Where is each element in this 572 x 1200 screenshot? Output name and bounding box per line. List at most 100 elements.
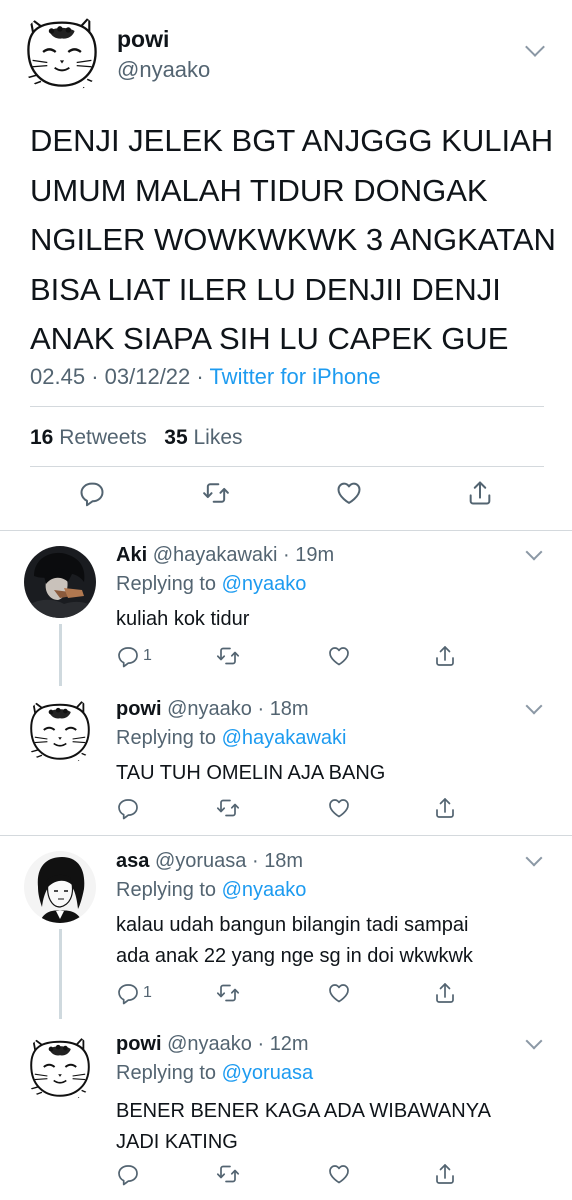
avatar[interactable] <box>24 851 96 923</box>
meta-separator: · <box>246 850 265 872</box>
chevron-down-icon[interactable] <box>525 543 543 561</box>
share-button[interactable] <box>433 977 457 1009</box>
retweet-button[interactable] <box>216 1158 240 1190</box>
like-button[interactable] <box>327 640 351 672</box>
reply-age[interactable]: 18m <box>270 698 309 720</box>
reply-button[interactable]: 1 <box>116 640 152 672</box>
reply-header: Aki @hayakawaki · 19m <box>116 544 334 567</box>
list-item[interactable]: asa @yoruasa · 18m Replying to @nyaako k… <box>0 835 572 1019</box>
reply-header: powi @nyaako · 18m <box>116 698 309 721</box>
share-button[interactable] <box>433 640 457 672</box>
display-name[interactable]: powi <box>117 26 169 53</box>
tweet-actions <box>0 477 572 517</box>
user-handle[interactable]: @nyaako <box>167 1033 252 1055</box>
mention-link[interactable]: @yoruasa <box>222 1062 313 1084</box>
likes-label: Likes <box>193 426 243 449</box>
chevron-down-icon[interactable] <box>525 697 543 715</box>
chevron-down-icon[interactable] <box>525 849 543 867</box>
display-name[interactable]: powi <box>116 698 162 720</box>
reply-count: 1 <box>143 984 152 1001</box>
like-button[interactable] <box>333 477 365 509</box>
retweet-button[interactable] <box>200 477 232 509</box>
retweet-icon <box>216 1162 240 1186</box>
avatar[interactable] <box>24 546 96 618</box>
list-item[interactable]: Aki @hayakawaki · 19m Replying to @nyaak… <box>0 530 572 686</box>
list-item[interactable]: powi @nyaako · 18m Replying to @hayakawa… <box>0 680 572 835</box>
heart-icon <box>327 796 351 820</box>
share-icon <box>433 1162 457 1186</box>
tweet-date[interactable]: 03/12/22 <box>105 364 191 389</box>
meta-separator: · <box>251 1033 270 1055</box>
reply-icon <box>116 796 140 820</box>
reply-text: BENER BENER KAGA ADA WIBAWANYA JADI KATI… <box>116 1096 556 1158</box>
replying-to: Replying to @nyaako <box>116 573 306 596</box>
reply-header: powi @nyaako · 12m <box>116 1033 309 1056</box>
chevron-down-icon[interactable] <box>525 37 545 57</box>
reply-text-line: TAU TUH OMELIN AJA BANG <box>116 762 386 784</box>
like-button[interactable] <box>327 1158 351 1190</box>
reply-header: asa @yoruasa · 18m <box>116 850 303 873</box>
aki-avatar-icon <box>24 546 96 618</box>
tweet-text-line: UMUM MALAH TIDUR DONGAK <box>30 172 488 208</box>
reply-text: kalau udah bangun bilangin tadi sampai a… <box>116 910 556 972</box>
user-handle[interactable]: @yoruasa <box>155 850 246 872</box>
mention-link[interactable]: @hayakawaki <box>222 727 347 749</box>
retweet-icon <box>216 796 240 820</box>
share-icon <box>466 479 494 507</box>
reply-text: kuliah kok tidur <box>116 604 556 635</box>
reply-button[interactable] <box>76 477 108 509</box>
avatar[interactable] <box>20 10 104 94</box>
reply-button[interactable] <box>116 1158 143 1190</box>
avatar[interactable] <box>24 694 96 766</box>
cat-avatar-icon <box>24 1031 96 1103</box>
cat-avatar-icon <box>24 694 96 766</box>
retweets-count: 16 <box>30 426 54 449</box>
heart-icon <box>327 1162 351 1186</box>
avatar[interactable] <box>24 1031 96 1103</box>
chevron-down-icon[interactable] <box>525 1032 543 1050</box>
display-name[interactable]: Aki <box>116 544 147 566</box>
retweets-label: Retweets <box>59 426 147 449</box>
user-handle[interactable]: @nyaako <box>117 57 210 83</box>
display-name[interactable]: asa <box>116 850 149 872</box>
tweet-meta: 02.45 · 03/12/22 · Twitter for iPhone <box>30 364 381 390</box>
reply-icon <box>116 1162 140 1186</box>
mention-link[interactable]: @nyaako <box>222 879 307 901</box>
share-icon <box>433 644 457 668</box>
list-item[interactable]: powi @nyaako · 12m Replying to @yoruasa … <box>0 1013 572 1200</box>
reply-button[interactable]: 1 <box>116 977 152 1009</box>
user-handle[interactable]: @nyaako <box>167 698 252 720</box>
reply-text: TAU TUH OMELIN AJA BANG <box>116 758 556 789</box>
user-handle[interactable]: @hayakawaki <box>153 544 278 566</box>
replying-to: Replying to @hayakawaki <box>116 727 346 750</box>
share-icon <box>433 796 457 820</box>
reply-age[interactable]: 18m <box>264 850 303 872</box>
retweet-icon <box>216 644 240 668</box>
retweet-icon <box>202 479 230 507</box>
tweet-time[interactable]: 02.45 <box>30 364 85 389</box>
like-button[interactable] <box>327 977 351 1009</box>
retweet-button[interactable] <box>216 977 240 1009</box>
retweet-button[interactable] <box>216 792 240 824</box>
like-button[interactable] <box>327 792 351 824</box>
share-icon <box>433 981 457 1005</box>
likes-count: 35 <box>164 426 188 449</box>
share-button[interactable] <box>433 792 457 824</box>
replying-to: Replying to @yoruasa <box>116 1062 313 1085</box>
replying-label: Replying to <box>116 727 217 749</box>
reply-button[interactable] <box>116 792 143 824</box>
tweet-text: DENJI JELEK BGT ANJGGG KULIAH UMUM MALAH… <box>30 116 560 364</box>
tweet-source[interactable]: Twitter for iPhone <box>209 364 380 389</box>
reply-icon <box>78 479 106 507</box>
share-button[interactable] <box>433 1158 457 1190</box>
retweets-stat[interactable]: 16 Retweets <box>30 426 147 449</box>
meta-separator: · <box>91 364 105 389</box>
share-button[interactable] <box>464 477 496 509</box>
likes-stat[interactable]: 35 Likes <box>164 426 242 449</box>
tweet-stats: 16 Retweets 35 Likes <box>30 426 243 450</box>
reply-age[interactable]: 12m <box>270 1033 309 1055</box>
reply-age[interactable]: 19m <box>295 544 334 566</box>
display-name[interactable]: powi <box>116 1033 162 1055</box>
retweet-button[interactable] <box>216 640 240 672</box>
mention-link[interactable]: @nyaako <box>222 573 307 595</box>
